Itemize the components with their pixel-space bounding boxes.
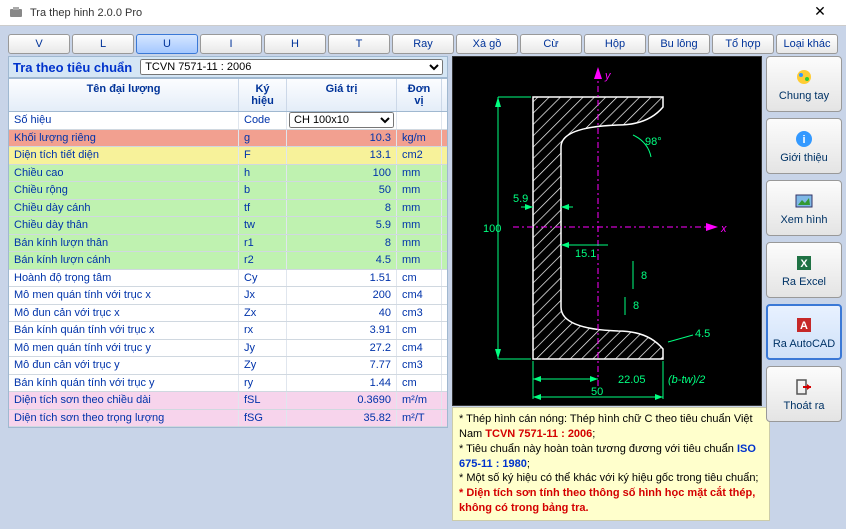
chung-tay-button[interactable]: Chung tay bbox=[766, 56, 842, 112]
ra-excel-button[interactable]: XRa Excel bbox=[766, 242, 842, 298]
note-std1: TCVN 7571-11 : 2006 bbox=[485, 428, 592, 440]
svg-text:100: 100 bbox=[483, 223, 501, 235]
exit-icon bbox=[794, 377, 814, 397]
close-button[interactable]: ✕ bbox=[802, 3, 838, 23]
table-row: Bán kính quán tính với trục yry1.44cm bbox=[9, 375, 447, 393]
code-select[interactable]: CH 100x10 bbox=[289, 112, 394, 128]
standard-label: Tra theo tiêu chuẩn bbox=[13, 60, 132, 75]
tab-bar: VLUIHTRayXà gồCừHộpBu lôngTổ hợpLoại khá… bbox=[0, 26, 846, 56]
tab-xà gồ[interactable]: Xà gồ bbox=[456, 34, 518, 54]
table-row: Số hiệuCodeCH 100x10 bbox=[9, 112, 447, 130]
svg-text:x: x bbox=[720, 223, 727, 235]
svg-text:8: 8 bbox=[641, 270, 647, 282]
table-row: Diện tích sơn theo chiều dàifSL0.3690m²/… bbox=[9, 392, 447, 410]
titlebar: Tra thep hinh 2.0.0 Pro ✕ bbox=[0, 0, 846, 26]
table-row: Chiều dày cánhtf8mm bbox=[9, 200, 447, 218]
tab-u[interactable]: U bbox=[136, 34, 198, 54]
svg-text:X: X bbox=[800, 258, 808, 270]
col-unit: Đơn vị bbox=[397, 79, 442, 111]
table-row: Mô men quán tính với trục xJx200cm4 bbox=[9, 287, 447, 305]
svg-text:50: 50 bbox=[591, 386, 603, 398]
svg-text:15.1: 15.1 bbox=[575, 248, 596, 260]
table-row: Mô men quán tính với trục yJy27.2cm4 bbox=[9, 340, 447, 358]
svg-text:A: A bbox=[800, 320, 808, 332]
table-row: Chiều rộngb50mm bbox=[9, 182, 447, 200]
table-row: Diện tích sơn theo trọng lượngfSG35.82m²… bbox=[9, 410, 447, 428]
window-title: Tra thep hinh 2.0.0 Pro bbox=[30, 7, 802, 19]
table-row: Bán kính quán tính với trục xrx3.91cm bbox=[9, 322, 447, 340]
standard-select[interactable]: TCVN 7571-11 : 2006 bbox=[140, 59, 443, 75]
properties-grid: Tên đại lượng Ký hiệu Giá trị Đơn vị Số … bbox=[8, 78, 448, 428]
table-row: Mô đun cản với trục xZx40cm3 bbox=[9, 305, 447, 323]
section-diagram: y x 100 5.9 98° 15.1 bbox=[452, 56, 762, 406]
table-row: Khối lượng riêngg10.3kg/m bbox=[9, 130, 447, 148]
autocad-icon: A bbox=[794, 315, 814, 335]
svg-text:(b-tw)/2: (b-tw)/2 bbox=[668, 374, 705, 386]
tab-l[interactable]: L bbox=[72, 34, 134, 54]
thoat-ra-button[interactable]: Thoát ra bbox=[766, 366, 842, 422]
table-row: Hoành độ trọng tâmCy1.51cm bbox=[9, 270, 447, 288]
tab-bu lông[interactable]: Bu lông bbox=[648, 34, 710, 54]
svg-text:y: y bbox=[604, 70, 612, 82]
col-val: Giá trị bbox=[287, 79, 397, 111]
svg-text:5.9: 5.9 bbox=[513, 193, 528, 205]
tab-ray[interactable]: Ray bbox=[392, 34, 454, 54]
svg-text:98°: 98° bbox=[645, 136, 662, 148]
col-sym: Ký hiệu bbox=[239, 79, 287, 111]
tab-loại khác[interactable]: Loại khác bbox=[776, 34, 838, 54]
tab-cừ[interactable]: Cừ bbox=[520, 34, 582, 54]
excel-icon: X bbox=[794, 253, 814, 273]
tab-hộp[interactable]: Hộp bbox=[584, 34, 646, 54]
action-panel: Chung tay iGiới thiệu Xem hình XRa Excel… bbox=[766, 56, 842, 521]
ra-autocad-button[interactable]: ARa AutoCAD bbox=[766, 304, 842, 360]
tab-v[interactable]: V bbox=[8, 34, 70, 54]
gioi-thieu-button[interactable]: iGiới thiệu bbox=[766, 118, 842, 174]
image-icon bbox=[794, 191, 814, 211]
table-row: Bán kính lượn cánhr24.5mm bbox=[9, 252, 447, 270]
tab-t[interactable]: T bbox=[328, 34, 390, 54]
svg-text:8: 8 bbox=[633, 300, 639, 312]
table-row: Diện tích tiết diệnF13.1cm2 bbox=[9, 147, 447, 165]
col-name: Tên đại lượng bbox=[9, 79, 239, 111]
grid-header: Tên đại lượng Ký hiệu Giá trị Đơn vị bbox=[9, 79, 447, 112]
table-row: Chiều dày thântw5.9mm bbox=[9, 217, 447, 235]
tab-tổ hợp[interactable]: Tổ hợp bbox=[712, 34, 774, 54]
svg-text:i: i bbox=[802, 134, 805, 146]
table-row: Chiều caoh100mm bbox=[9, 165, 447, 183]
info-icon: i bbox=[794, 129, 814, 149]
tab-h[interactable]: H bbox=[264, 34, 326, 54]
notes-panel: * Thép hình cán nóng: Thép hình chữ C th… bbox=[452, 407, 770, 521]
xem-hinh-button[interactable]: Xem hình bbox=[766, 180, 842, 236]
standard-row: Tra theo tiêu chuẩn TCVN 7571-11 : 2006 bbox=[8, 56, 448, 78]
table-row: Mô đun cản với trục yZy7.77cm3 bbox=[9, 357, 447, 375]
tab-i[interactable]: I bbox=[200, 34, 262, 54]
hands-icon bbox=[794, 67, 814, 87]
note-warn: * Diện tích sơn tính theo thông số hình … bbox=[459, 487, 755, 514]
svg-text:4.5: 4.5 bbox=[695, 328, 710, 340]
svg-text:22.05: 22.05 bbox=[618, 374, 646, 386]
app-icon bbox=[8, 5, 24, 21]
table-row: Bán kính lượn thânr18mm bbox=[9, 235, 447, 253]
